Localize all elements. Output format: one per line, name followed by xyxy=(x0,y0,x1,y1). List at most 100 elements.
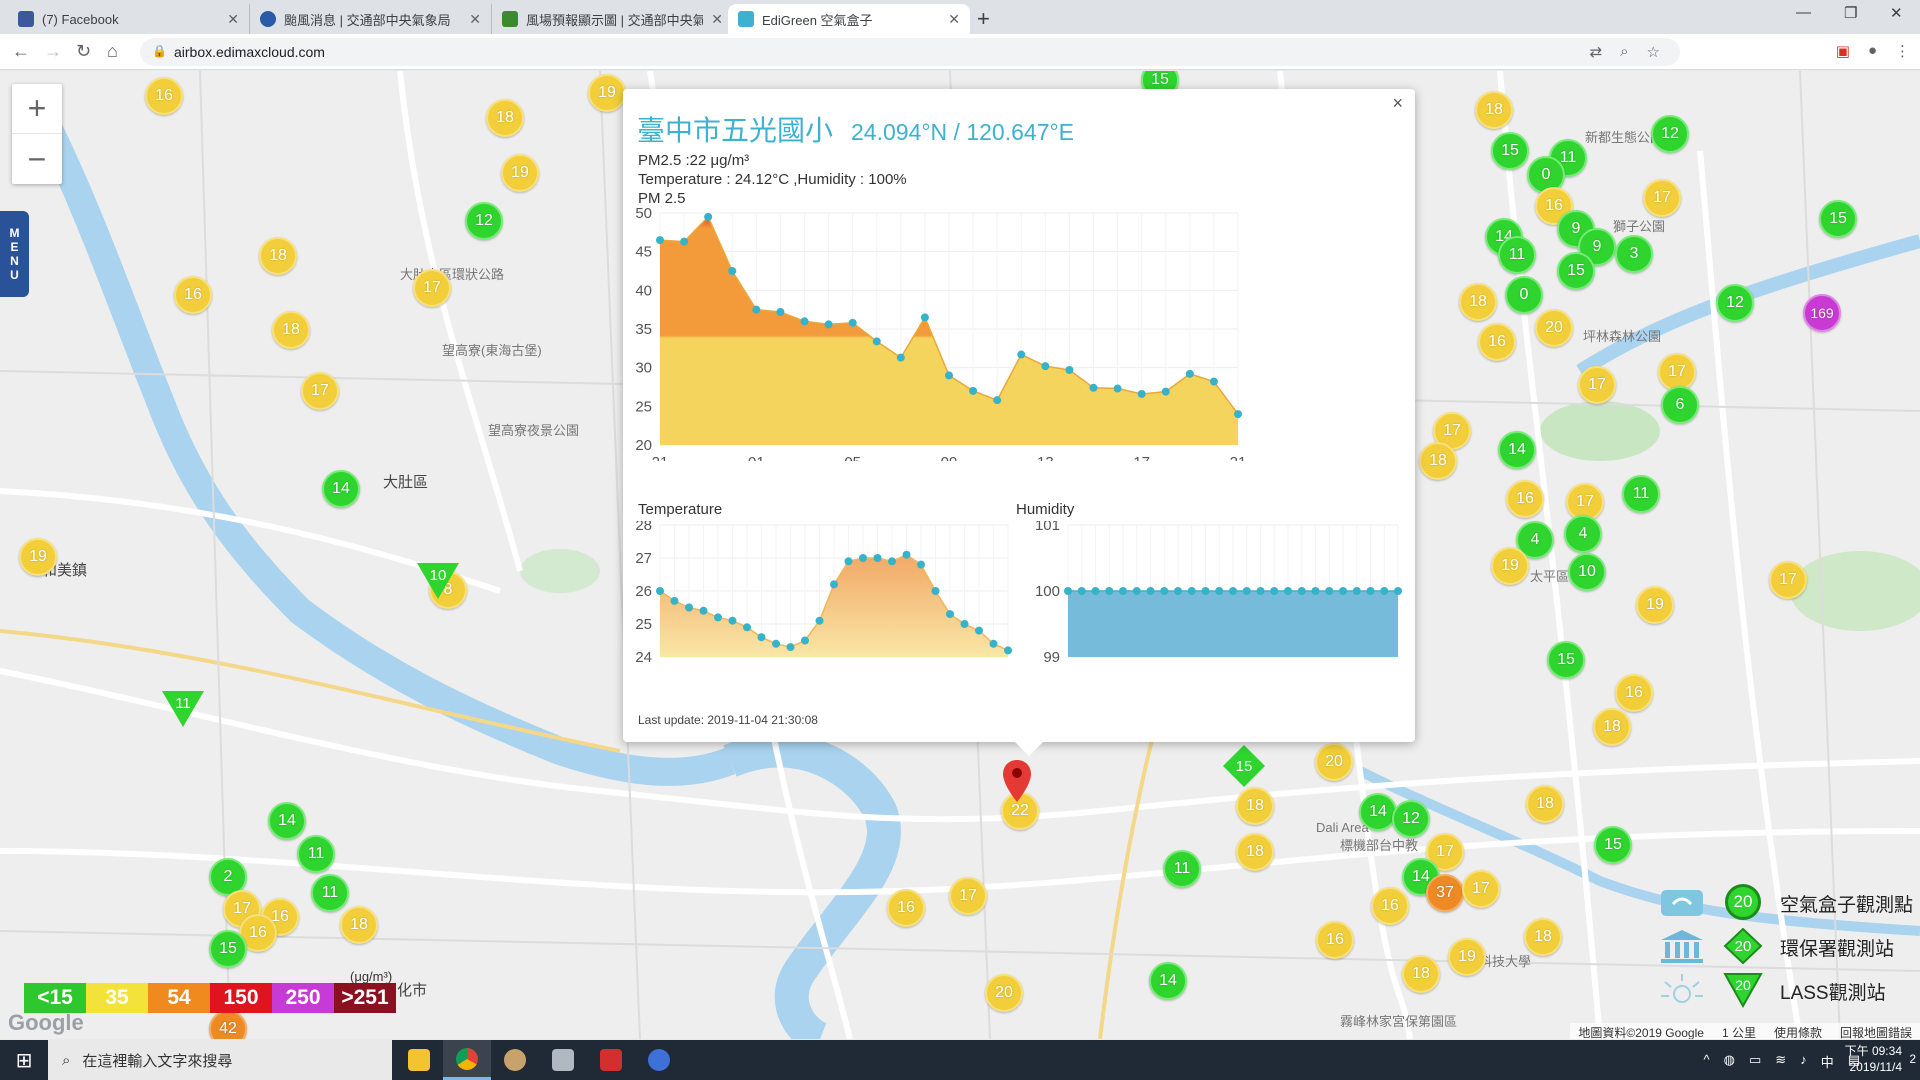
airbox-marker[interactable]: 37 xyxy=(1426,874,1464,912)
airbox-marker[interactable]: 16 xyxy=(1506,480,1544,518)
data-point[interactable] xyxy=(859,554,867,562)
airbox-marker[interactable]: 18 xyxy=(486,99,524,137)
airbox-marker[interactable]: 16 xyxy=(174,276,212,314)
location-pin-icon[interactable] xyxy=(1001,758,1033,804)
extension-icon[interactable]: ▣ xyxy=(1836,42,1850,60)
data-point[interactable] xyxy=(1380,587,1389,595)
back-icon[interactable]: ← xyxy=(12,41,30,62)
chrome-icon[interactable] xyxy=(443,1040,491,1080)
data-point[interactable] xyxy=(772,639,780,648)
data-point[interactable] xyxy=(1215,587,1224,595)
data-point[interactable] xyxy=(1004,646,1012,655)
airbox-marker[interactable]: 16 xyxy=(1478,323,1516,361)
airbox-marker[interactable]: 12 xyxy=(465,202,503,240)
data-point[interactable] xyxy=(917,560,925,569)
airbox-marker[interactable]: 14 xyxy=(322,470,360,508)
airbox-marker[interactable]: 12 xyxy=(1392,800,1430,838)
data-point[interactable] xyxy=(704,212,713,221)
airbox-marker[interactable]: 18 xyxy=(1236,833,1274,871)
zoom-in-button[interactable]: + xyxy=(12,84,62,134)
data-point[interactable] xyxy=(1091,587,1100,595)
taskbar-clock[interactable]: 下午 09:34 2019/11/4 xyxy=(1845,1043,1902,1075)
windows-start-icon[interactable]: ⊞ xyxy=(0,1040,48,1080)
tab-wind[interactable]: 風場預報顯示圖 | 交通部中央氣象局 ✕ xyxy=(492,4,734,34)
data-point[interactable] xyxy=(960,620,969,628)
lass-station-marker[interactable]: 10 xyxy=(415,561,461,601)
data-point[interactable] xyxy=(1352,587,1361,595)
data-point[interactable] xyxy=(670,596,679,605)
airbox-marker[interactable]: 15 xyxy=(1491,132,1529,170)
volume-icon[interactable]: ♪ xyxy=(1800,1052,1807,1071)
zoom-icon[interactable]: ⌕ xyxy=(1620,43,1628,61)
airbox-marker[interactable]: 18 xyxy=(1459,283,1497,321)
close-tab-icon[interactable]: ✕ xyxy=(227,11,239,28)
wifi-icon[interactable]: ≋ xyxy=(1775,1052,1786,1071)
airbox-marker[interactable]: 15 xyxy=(1594,826,1632,864)
airbox-marker[interactable]: 15 xyxy=(1557,252,1595,290)
airbox-marker[interactable]: 18 xyxy=(1526,785,1564,823)
airbox-marker[interactable]: 11 xyxy=(1163,850,1201,888)
reload-icon[interactable]: ↻ xyxy=(76,41,91,62)
tab-airbox[interactable]: EdiGreen 空氣盒子 ✕ xyxy=(728,4,970,34)
airbox-marker[interactable]: 18 xyxy=(1524,918,1562,956)
airbox-marker[interactable]: 16 xyxy=(1316,921,1354,959)
menu-dots-icon[interactable]: ⋮ xyxy=(1895,42,1910,60)
minimize-icon[interactable]: — xyxy=(1796,4,1811,21)
airbox-marker[interactable]: 16 xyxy=(1615,674,1653,712)
home-icon[interactable]: ⌂ xyxy=(107,41,118,62)
app-icon[interactable] xyxy=(491,1040,539,1080)
data-point[interactable] xyxy=(656,236,664,245)
data-point[interactable] xyxy=(920,313,929,322)
bookmark-star-icon[interactable]: ☆ xyxy=(1647,43,1660,61)
airbox-marker[interactable]: 20 xyxy=(1535,309,1573,347)
data-point[interactable] xyxy=(931,587,940,595)
data-point[interactable] xyxy=(1297,587,1306,595)
airbox-marker[interactable]: 18 xyxy=(1593,708,1631,746)
taskbar-search[interactable]: ⌕ 在這裡輸入文字來搜尋 xyxy=(48,1040,392,1080)
data-point[interactable] xyxy=(714,613,722,622)
airbox-marker[interactable]: 19 xyxy=(1448,938,1486,976)
data-point[interactable] xyxy=(1325,587,1334,595)
data-point[interactable] xyxy=(1256,587,1265,595)
epa-station-marker[interactable]: 15 xyxy=(1222,744,1266,788)
data-point[interactable] xyxy=(800,317,809,326)
airbox-marker[interactable]: 18 xyxy=(1419,442,1457,480)
data-point[interactable] xyxy=(975,626,983,635)
close-tab-icon[interactable]: ✕ xyxy=(469,11,481,28)
data-point[interactable] xyxy=(656,587,664,595)
data-point[interactable] xyxy=(1229,587,1237,595)
close-tab-icon[interactable]: ✕ xyxy=(948,11,960,28)
data-point[interactable] xyxy=(872,337,881,346)
data-point[interactable] xyxy=(844,557,853,566)
data-point[interactable] xyxy=(896,353,905,362)
data-point[interactable] xyxy=(1137,389,1146,398)
airbox-marker[interactable]: 6 xyxy=(1661,386,1699,424)
data-point[interactable] xyxy=(830,580,838,589)
airbox-marker[interactable]: 16 xyxy=(887,889,925,927)
terms-link[interactable]: 使用條款 xyxy=(1774,1024,1822,1039)
airbox-marker[interactable]: 20 xyxy=(1315,743,1353,781)
airbox-marker[interactable]: 17 xyxy=(949,877,987,915)
data-point[interactable] xyxy=(902,550,911,559)
airbox-marker[interactable]: 14 xyxy=(1149,962,1187,1000)
chevron-up-icon[interactable]: ^ xyxy=(1704,1052,1710,1071)
data-point[interactable] xyxy=(786,643,795,652)
data-point[interactable] xyxy=(848,318,857,327)
data-point[interactable] xyxy=(1065,365,1074,374)
airbox-marker[interactable]: 10 xyxy=(1568,553,1606,591)
data-point[interactable] xyxy=(1161,387,1170,396)
data-point[interactable] xyxy=(1201,587,1210,595)
airbox-marker[interactable]: 19 xyxy=(501,154,539,192)
data-point[interactable] xyxy=(969,386,978,395)
airbox-marker[interactable]: 18 xyxy=(1475,91,1513,129)
zoom-out-button[interactable]: − xyxy=(12,134,62,184)
data-point[interactable] xyxy=(1174,587,1182,595)
data-point[interactable] xyxy=(989,639,998,648)
profile-icon[interactable]: ● xyxy=(1868,42,1877,60)
data-point[interactable] xyxy=(1132,587,1141,595)
airbox-marker[interactable]: 17 xyxy=(1462,870,1500,908)
data-point[interactable] xyxy=(1270,587,1279,595)
airbox-marker[interactable]: 14 xyxy=(268,802,306,840)
data-point[interactable] xyxy=(1077,587,1086,595)
data-point[interactable] xyxy=(752,305,761,314)
